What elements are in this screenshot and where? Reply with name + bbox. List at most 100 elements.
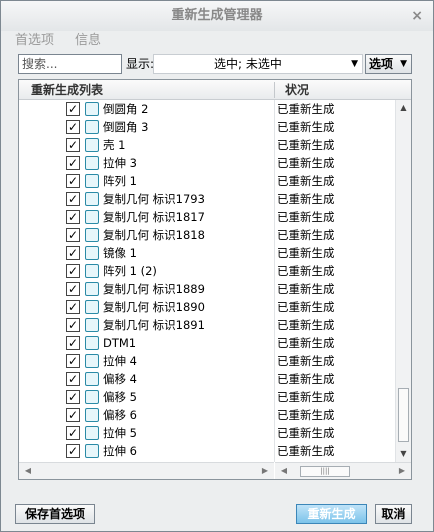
cancel-button[interactable]: 取消 (375, 504, 412, 524)
scroll-thumb[interactable]: |||| (300, 466, 350, 477)
pattern-icon (85, 264, 99, 278)
scroll-thumb[interactable] (398, 388, 409, 442)
horizontal-scrollbar-left[interactable]: ◀ ▶ (19, 462, 274, 479)
feature-checkbox[interactable]: ✓ (66, 156, 80, 170)
list-item[interactable]: ✓ 复制几何 标识1817 已重新生成 (19, 208, 395, 226)
feature-name: 镜像 1 (103, 246, 137, 260)
feature-name: 复制几何 标识1817 (103, 210, 205, 224)
feature-checkbox[interactable]: ✓ (66, 138, 80, 152)
list-item[interactable]: ✓ 复制几何 标识1818 已重新生成 (19, 226, 395, 244)
feature-checkbox[interactable]: ✓ (66, 300, 80, 314)
close-button[interactable]: × (411, 1, 423, 31)
feature-name: 偏移 6 (103, 408, 137, 422)
feature-checkbox[interactable]: ✓ (66, 336, 80, 350)
list-header: 重新生成列表 状况 (19, 80, 411, 100)
feature-checkbox[interactable]: ✓ (66, 426, 80, 440)
extrude-icon (85, 426, 99, 440)
feature-checkbox[interactable]: ✓ (66, 228, 80, 242)
menu-bar: 首选项 信息 (1, 31, 433, 51)
feature-status: 已重新生成 (277, 372, 335, 386)
scroll-left-icon[interactable]: ◀ (277, 463, 291, 479)
feature-status: 已重新生成 (277, 318, 335, 332)
list-item[interactable]: ✓ 壳 1 已重新生成 (19, 136, 395, 154)
feature-checkbox[interactable]: ✓ (66, 102, 80, 116)
feature-status: 已重新生成 (277, 156, 335, 170)
copy-geometry-icon (85, 282, 99, 296)
feature-status: 已重新生成 (277, 120, 335, 134)
regenerate-button[interactable]: 重新生成 (296, 504, 367, 524)
list-item[interactable]: ✓ 拉伸 4 已重新生成 (19, 352, 395, 370)
feature-checkbox[interactable]: ✓ (66, 264, 80, 278)
feature-status: 已重新生成 (277, 390, 335, 404)
list-item[interactable]: ✓ 阵列 1 (2) 已重新生成 (19, 262, 395, 280)
offset-icon (85, 408, 99, 422)
list-item[interactable]: ✓ 拉伸 3 已重新生成 (19, 154, 395, 172)
list-item[interactable]: ✓ 复制几何 标识1793 已重新生成 (19, 190, 395, 208)
menu-preferences[interactable]: 首选项 (15, 31, 54, 51)
vertical-scrollbar[interactable]: ▲ ▼ (395, 100, 411, 462)
extrude-icon (85, 354, 99, 368)
scroll-down-icon[interactable]: ▼ (396, 446, 411, 462)
feature-status: 已重新生成 (277, 282, 335, 296)
list-item[interactable]: ✓ 拉伸 5 已重新生成 (19, 424, 395, 442)
feature-checkbox[interactable]: ✓ (66, 174, 80, 188)
feature-name: 拉伸 6 (103, 444, 137, 458)
feature-checkbox[interactable]: ✓ (66, 444, 80, 458)
scroll-right-icon[interactable]: ▶ (395, 463, 409, 479)
list-item[interactable]: ✓ 倒圆角 2 已重新生成 (19, 100, 395, 118)
feature-status: 已重新生成 (277, 300, 335, 314)
feature-checkbox[interactable]: ✓ (66, 246, 80, 260)
feature-name: 倒圆角 2 (103, 102, 149, 116)
copy-geometry-icon (85, 210, 99, 224)
show-dropdown[interactable]: 选中; 未选中 ▼ (153, 54, 363, 74)
feature-checkbox[interactable]: ✓ (66, 210, 80, 224)
list-item[interactable]: ✓ 复制几何 标识1891 已重新生成 (19, 316, 395, 334)
feature-name: 阵列 1 (103, 174, 137, 188)
show-dropdown-value: 选中; 未选中 (214, 57, 282, 71)
extrude-icon (85, 444, 99, 458)
regeneration-list: 重新生成列表 状况 ✓ 倒圆角 2 已重新生成 ✓ 倒圆角 3 已重新生成 ✓ 壳 1 已重新生… (18, 79, 412, 480)
feature-status: 已重新生成 (277, 174, 335, 188)
feature-status: 已重新生成 (277, 354, 335, 368)
menu-info[interactable]: 信息 (75, 31, 101, 51)
feature-name: 复制几何 标识1889 (103, 282, 205, 296)
title-bar[interactable]: 重新生成管理器 × (1, 1, 433, 31)
scroll-left-icon[interactable]: ◀ (21, 463, 35, 479)
list-item[interactable]: ✓ 倒圆角 3 已重新生成 (19, 118, 395, 136)
list-item[interactable]: ✓ 偏移 5 已重新生成 (19, 388, 395, 406)
horizontal-scrollbar-right[interactable]: ◀ |||| ▶ (275, 462, 411, 479)
options-button[interactable]: 选项 ▼ (365, 54, 412, 74)
feature-checkbox[interactable]: ✓ (66, 354, 80, 368)
column-header-status[interactable]: 状况 (285, 80, 309, 100)
list-item[interactable]: ✓ 镜像 1 已重新生成 (19, 244, 395, 262)
feature-status: 已重新生成 (277, 336, 335, 350)
list-item[interactable]: ✓ 偏移 4 已重新生成 (19, 370, 395, 388)
column-divider[interactable] (274, 82, 275, 98)
feature-checkbox[interactable]: ✓ (66, 408, 80, 422)
feature-checkbox[interactable]: ✓ (66, 192, 80, 206)
datum-plane-icon (85, 336, 99, 350)
feature-checkbox[interactable]: ✓ (66, 390, 80, 404)
list-item[interactable]: ✓ 拉伸 6 已重新生成 (19, 442, 395, 460)
feature-name: 拉伸 4 (103, 354, 137, 368)
copy-geometry-icon (85, 228, 99, 242)
column-header-name[interactable]: 重新生成列表 (31, 80, 103, 100)
feature-name: 复制几何 标识1890 (103, 300, 205, 314)
search-input[interactable] (18, 54, 122, 74)
save-preferences-button[interactable]: 保存首选项 (15, 504, 95, 524)
offset-icon (85, 390, 99, 404)
list-item[interactable]: ✓ 偏移 6 已重新生成 (19, 406, 395, 424)
feature-status: 已重新生成 (277, 102, 335, 116)
feature-checkbox[interactable]: ✓ (66, 318, 80, 332)
scroll-right-icon[interactable]: ▶ (258, 463, 272, 479)
feature-name: DTM1 (103, 336, 137, 350)
feature-checkbox[interactable]: ✓ (66, 282, 80, 296)
list-item[interactable]: ✓ DTM1 已重新生成 (19, 334, 395, 352)
list-item[interactable]: ✓ 复制几何 标识1890 已重新生成 (19, 298, 395, 316)
list-item[interactable]: ✓ 复制几何 标识1889 已重新生成 (19, 280, 395, 298)
feature-name: 偏移 5 (103, 390, 137, 404)
list-item[interactable]: ✓ 阵列 1 已重新生成 (19, 172, 395, 190)
scroll-up-icon[interactable]: ▲ (396, 100, 411, 116)
feature-checkbox[interactable]: ✓ (66, 120, 80, 134)
feature-checkbox[interactable]: ✓ (66, 372, 80, 386)
